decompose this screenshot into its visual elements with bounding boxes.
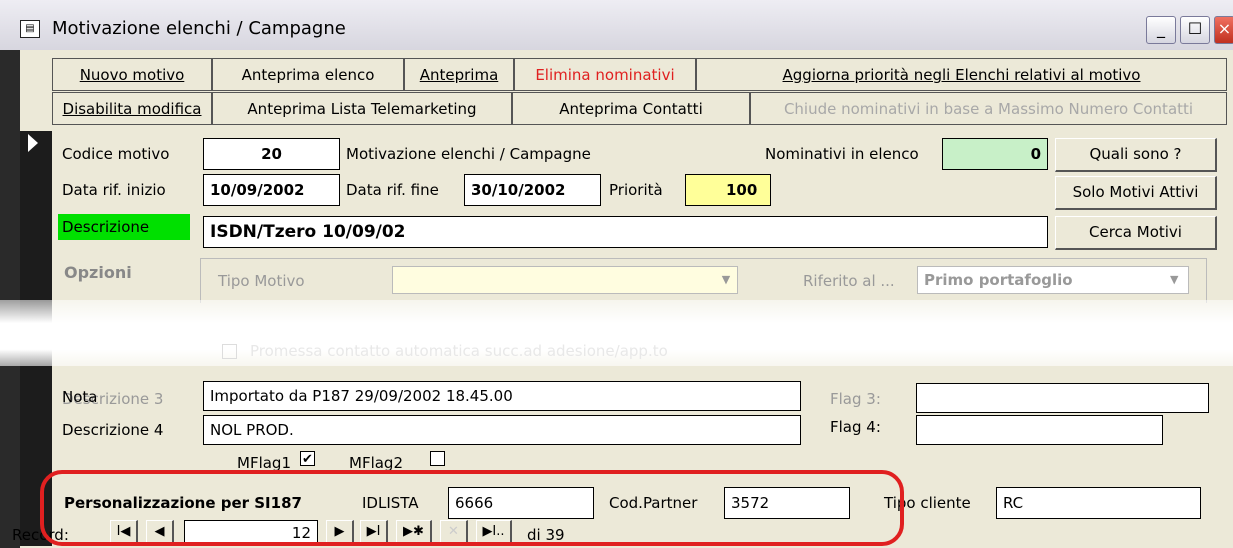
- promessa-checkbox[interactable]: [222, 344, 237, 359]
- anteprima-elenco-button[interactable]: Anteprima elenco: [212, 58, 404, 91]
- flag3-field[interactable]: [916, 383, 1209, 413]
- riferito-label: Riferito al ...: [803, 272, 895, 290]
- red-highlight-annotation: [40, 470, 904, 546]
- disabilita-modifica-button[interactable]: Disabilita modifica: [52, 92, 212, 125]
- data-inizio-field[interactable]: 10/09/2002: [203, 174, 340, 206]
- descrizione-field[interactable]: ISDN/Tzero 10/09/02: [203, 216, 1048, 248]
- anteprima-lista-telemarketing-button[interactable]: Anteprima Lista Telemarketing: [212, 92, 512, 125]
- elimina-nominativi-button[interactable]: Elimina nominativi: [514, 58, 696, 91]
- nota-field[interactable]: Importato da P187 29/09/2002 18.45.00: [203, 381, 801, 411]
- quali-sono-button[interactable]: Quali sono ?: [1055, 138, 1217, 172]
- window-title: Motivazione elenchi / Campagne: [52, 18, 346, 39]
- tipo-motivo-label: Tipo Motivo: [218, 272, 305, 290]
- command-row-1: Nuovo motivo Anteprima elenco Anteprima …: [52, 58, 1227, 91]
- motivazione-label: Motivazione elenchi / Campagne: [346, 145, 591, 163]
- anteprima-button[interactable]: Anteprima: [404, 58, 514, 91]
- form-left-edge: [0, 50, 20, 548]
- title-bar: ▤ Motivazione elenchi / Campagne _ ☐ ×: [0, 0, 1233, 50]
- riferito-combo[interactable]: Primo portafoglio: [917, 266, 1189, 294]
- nominativi-label: Nominativi in elenco: [765, 145, 919, 163]
- descrizione4-label: Descrizione 4: [62, 421, 164, 439]
- cerca-motivi-button[interactable]: Cerca Motivi: [1055, 216, 1217, 250]
- mflag2-checkbox[interactable]: [430, 451, 445, 466]
- nominativi-count-field: 0: [942, 138, 1048, 170]
- descrizione-label: Descrizione: [58, 214, 190, 240]
- data-fine-label: Data rif. fine: [346, 181, 439, 199]
- flag4-label: Flag 4:: [830, 418, 881, 436]
- command-row-2: Disabilita modifica Anteprima Lista Tele…: [52, 92, 1227, 125]
- aggiorna-priorita-button[interactable]: Aggiorna priorità negli Elenchi relativi…: [696, 58, 1227, 91]
- current-record-arrow-icon: [28, 134, 38, 152]
- maximize-button[interactable]: ☐: [1180, 16, 1210, 44]
- minimize-button[interactable]: _: [1146, 16, 1176, 44]
- chevron-down-icon[interactable]: ▼: [717, 269, 735, 291]
- nuovo-motivo-button[interactable]: Nuovo motivo: [52, 58, 212, 91]
- flag4-field[interactable]: [916, 415, 1163, 445]
- form-icon: ▤: [20, 20, 40, 38]
- descrizione4-field[interactable]: NOL PROD.: [203, 415, 801, 445]
- chiude-nominativi-button[interactable]: Chiude nominativi in base a Massimo Nume…: [750, 92, 1227, 125]
- anteprima-contatti-button[interactable]: Anteprima Contatti: [512, 92, 750, 125]
- access-form-window: ▤ Motivazione elenchi / Campagne _ ☐ × N…: [0, 0, 1233, 548]
- promessa-label: Promessa contatto automatica succ.ad ade…: [250, 342, 668, 360]
- data-inizio-label: Data rif. inizio: [62, 181, 166, 199]
- chevron-down-icon[interactable]: ▼: [1170, 269, 1186, 291]
- codice-motivo-label: Codice motivo: [62, 145, 170, 163]
- mflag1-checkbox[interactable]: ✔: [300, 451, 315, 467]
- opzioni-label: Opzioni: [64, 263, 132, 282]
- tipo-motivo-combo[interactable]: ▼: [392, 266, 738, 294]
- priorita-field[interactable]: 100: [685, 174, 771, 206]
- flag3-label: Flag 3:: [830, 390, 881, 408]
- data-fine-field[interactable]: 30/10/2002: [464, 174, 601, 206]
- codice-motivo-field[interactable]: 20: [203, 138, 340, 170]
- solo-motivi-attivi-button[interactable]: Solo Motivi Attivi: [1055, 176, 1217, 210]
- nota-label: Nota: [62, 388, 98, 406]
- priorita-label: Priorità: [609, 181, 663, 199]
- close-button[interactable]: ×: [1214, 16, 1233, 44]
